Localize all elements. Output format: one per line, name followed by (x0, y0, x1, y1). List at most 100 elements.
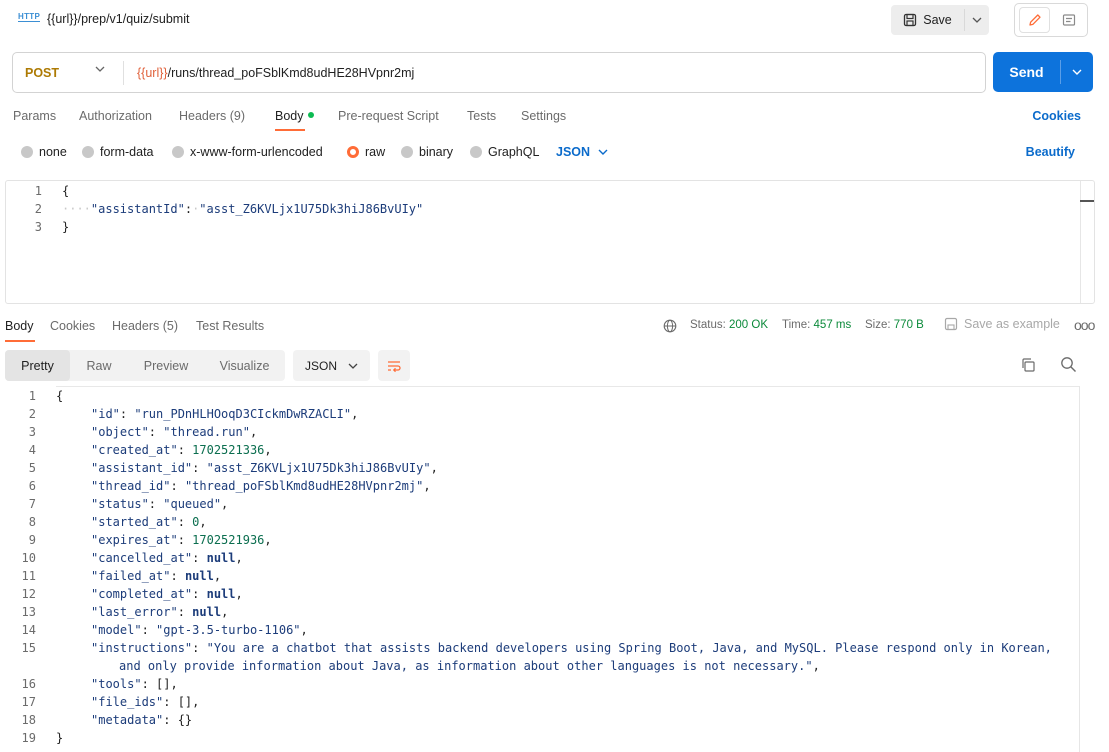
radio-label: form-data (100, 145, 154, 159)
tab-tests[interactable]: Tests (467, 109, 496, 123)
json-key: "thread_id" (91, 479, 171, 493)
json-value: 0 (192, 515, 200, 529)
more-options-icon[interactable]: ooo (1074, 317, 1095, 333)
view-visualize-button[interactable]: Visualize (204, 350, 285, 381)
time-label: Time: (782, 319, 811, 331)
wrap-lines-button[interactable] (378, 350, 410, 381)
view-preview-button[interactable]: Preview (128, 350, 204, 381)
radio-form-data[interactable]: form-data (82, 145, 154, 159)
code-text: "completed_at": null, (91, 587, 243, 601)
json-key: "status" (91, 497, 149, 511)
json-value: "queued" (163, 497, 222, 511)
chevron-down-icon[interactable] (95, 66, 105, 72)
json-key: "last_error" (91, 605, 178, 619)
tab-test-results[interactable]: Test Results (196, 319, 264, 333)
tab-params[interactable]: Params (13, 109, 56, 123)
response-format-select[interactable]: JSON (293, 350, 370, 381)
tab-response-headers[interactable]: Headers (5) (112, 319, 178, 333)
document-icon (1062, 14, 1075, 26)
line-number: 12 (21, 587, 36, 601)
response-size[interactable]: Size: 770 B (865, 319, 924, 331)
response-format-label: JSON (305, 358, 338, 373)
save-as-example-button[interactable]: Save as example (944, 317, 1060, 331)
request-body-editor[interactable]: 1 { 2 ····"assistantId":·"asst_Z6KVLjx1U75… (5, 180, 1095, 304)
radio-raw[interactable]: raw (347, 145, 385, 159)
line-number: 17 (21, 695, 36, 709)
response-scrollbar[interactable] (1079, 386, 1093, 752)
cookies-link[interactable]: Cookies (1032, 109, 1081, 123)
url-variable: {{url}} (137, 66, 168, 80)
copy-icon[interactable] (1020, 357, 1036, 373)
json-value: null (192, 605, 222, 619)
code-text: "model": "gpt-3.5-turbo-1106", (91, 623, 308, 637)
json-value: "thread_poFSblKmd8udHE28HVpnr2mj" (184, 479, 424, 493)
beautify-button[interactable]: Beautify (1026, 145, 1075, 159)
radio-binary[interactable]: binary (401, 145, 453, 159)
json-value: "run_PDnHLHOoqD3CIckmDwRZACLI" (134, 407, 352, 421)
json-key: "started_at" (91, 515, 178, 529)
url-input[interactable]: {{url}}/runs/thread_poFSblKmd8udHE28HVpn… (137, 66, 414, 80)
line-number: 1 (28, 389, 36, 403)
request-title[interactable]: {{url}}/prep/v1/quiz/submit (47, 12, 189, 26)
radio-dot (21, 146, 33, 158)
code-text: ····"assistantId":·"asst_Z6KVLjx1U75Dk3h… (62, 200, 423, 218)
search-icon[interactable] (1060, 356, 1077, 373)
tab-prerequest-script[interactable]: Pre-request Script (338, 109, 439, 123)
radio-label: x-www-form-urlencoded (190, 145, 323, 159)
tab-settings[interactable]: Settings (521, 109, 566, 123)
save-label: Save (923, 13, 952, 27)
code-text: "started_at": 0, (91, 515, 207, 529)
view-pretty-button[interactable]: Pretty (5, 350, 70, 381)
save-button[interactable]: Save (891, 5, 964, 35)
code-text: "file_ids": [], (91, 695, 200, 709)
radio-label: GraphQL (488, 145, 540, 159)
json-key: "metadata" (91, 713, 164, 727)
json-value: "asst_Z6KVLjx1U75Dk3hiJ86BvUIy" (206, 461, 431, 475)
line-number: 13 (21, 605, 36, 619)
editor-scrollbar[interactable] (1080, 181, 1094, 303)
json-key: "assistant_id" (91, 461, 193, 475)
response-body-viewer[interactable]: 1 { 2 "id": "run_PDnHLHOoqD3CIckmDwRZACLI"… (0, 386, 1109, 752)
json-value: "gpt-3.5-turbo-1106" (156, 623, 301, 637)
code-text: "metadata": {} (91, 713, 193, 727)
send-options-button[interactable] (1061, 52, 1093, 92)
tab-body[interactable]: Body (275, 109, 314, 123)
radio-graphql[interactable]: GraphQL (470, 145, 539, 159)
line-number: 8 (28, 515, 36, 529)
line-number: 16 (21, 677, 36, 691)
method-select[interactable]: POST (25, 66, 59, 80)
json-key: "object" (91, 425, 149, 439)
json-key: "instructions" (91, 641, 193, 655)
scrollbar-marker (1080, 200, 1094, 202)
tab-response-cookies[interactable]: Cookies (50, 319, 95, 333)
documentation-mode-button[interactable] (1053, 7, 1084, 33)
line-number: 10 (21, 551, 36, 565)
code-text: { (62, 184, 70, 198)
tab-headers[interactable]: Headers (9) (179, 109, 245, 123)
code-text: "created_at": 1702521336, (91, 443, 272, 457)
response-status[interactable]: Status: 200 OK (690, 319, 768, 331)
line-number: 4 (28, 443, 36, 457)
tab-authorization[interactable]: Authorization (79, 109, 152, 123)
request-tabs: Params Authorization Headers (9) Body Pr… (0, 104, 1109, 132)
send-button[interactable]: Send (993, 52, 1060, 92)
json-key: "id" (91, 407, 120, 421)
code-text: "failed_at": null, (91, 569, 222, 583)
json-key: "file_ids" (91, 695, 164, 709)
json-value: "You are a chatbot that assists backend … (206, 641, 1052, 655)
globe-icon[interactable] (663, 319, 677, 333)
line-number: 1 (34, 184, 42, 198)
code-text: "status": "queued", (91, 497, 229, 511)
json-colon: : (184, 202, 193, 216)
save-options-button[interactable] (965, 5, 989, 35)
tab-response-body[interactable]: Body (5, 319, 34, 333)
raw-format-select[interactable]: JSON (556, 145, 608, 159)
radio-none[interactable]: none (21, 145, 67, 159)
size-label: Size: (865, 319, 891, 331)
code-text: and only provide information about Java,… (119, 659, 820, 673)
code-text: "instructions": "You are a chatbot that … (91, 641, 1052, 655)
response-time[interactable]: Time: 457 ms (782, 319, 851, 331)
radio-urlencoded[interactable]: x-www-form-urlencoded (172, 145, 323, 159)
edit-mode-button[interactable] (1019, 7, 1050, 33)
view-raw-button[interactable]: Raw (70, 350, 128, 381)
